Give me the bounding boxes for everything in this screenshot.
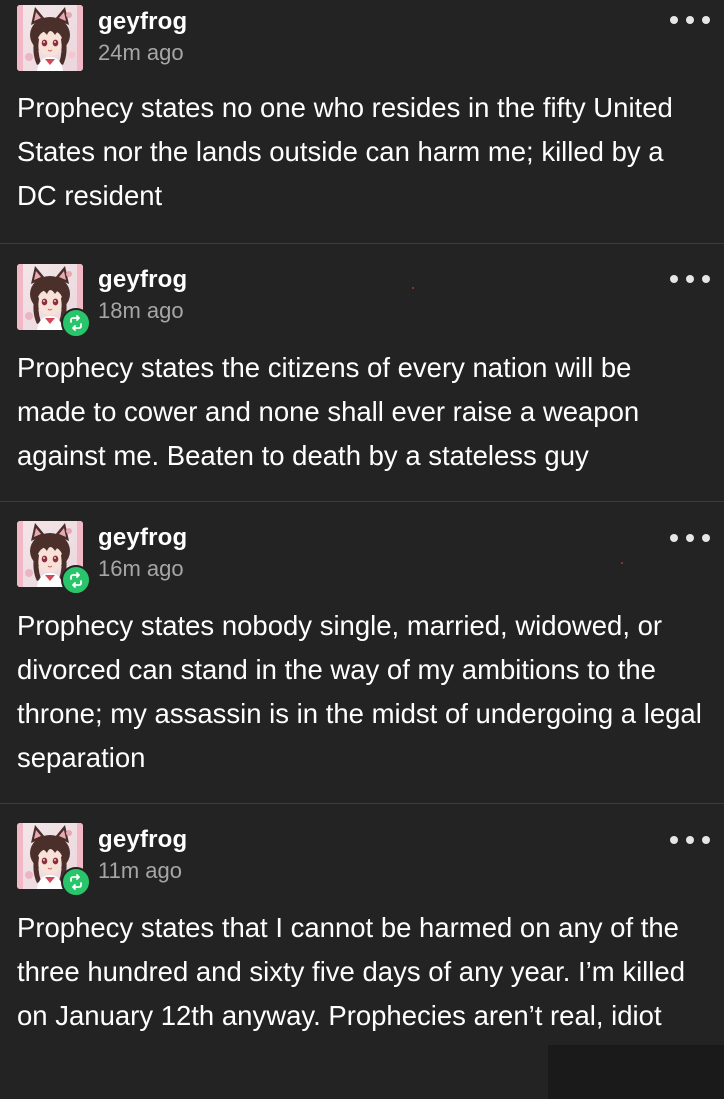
more-dot xyxy=(670,275,678,283)
bottom-shade xyxy=(548,1045,724,1099)
post-body: Prophecy states that I cannot be harmed … xyxy=(17,912,685,1031)
more-dot xyxy=(670,534,678,542)
post-body: Prophecy states nobody single, married, … xyxy=(17,610,702,773)
more-dot xyxy=(686,275,694,283)
username[interactable]: geyfrog xyxy=(98,826,187,854)
reblog-arrows xyxy=(70,572,82,588)
more-options-icon[interactable] xyxy=(670,271,710,287)
avatar-image xyxy=(17,5,83,71)
reblog-icon xyxy=(61,867,91,897)
more-dot xyxy=(686,836,694,844)
more-dot xyxy=(702,836,710,844)
avatar[interactable] xyxy=(17,823,91,897)
post-2: geyfrog 18m ago Prophecy states the citi… xyxy=(0,243,724,501)
avatar[interactable] xyxy=(17,521,91,595)
username[interactable]: geyfrog xyxy=(98,8,187,36)
more-dot xyxy=(702,275,710,283)
more-options-icon[interactable] xyxy=(670,530,710,546)
timestamp[interactable]: 24m ago xyxy=(98,40,184,66)
post-1: geyfrog 24m ago Prophecy states no one w… xyxy=(0,0,724,243)
post-3: geyfrog 16m ago Prophecy states nobody s… xyxy=(0,501,724,803)
speck xyxy=(621,562,623,564)
speck xyxy=(412,287,414,289)
timestamp[interactable]: 18m ago xyxy=(98,298,184,324)
post-body: Prophecy states the citizens of every na… xyxy=(17,352,640,471)
more-options-icon[interactable] xyxy=(670,832,710,848)
more-dot xyxy=(702,16,710,24)
more-dot xyxy=(670,836,678,844)
reblog-arrows xyxy=(70,315,82,331)
username[interactable]: geyfrog xyxy=(98,524,187,552)
reblog-arrows xyxy=(70,874,82,890)
more-dot xyxy=(702,534,710,542)
avatar[interactable] xyxy=(17,264,91,338)
more-options-icon[interactable] xyxy=(670,12,710,28)
timestamp[interactable]: 11m ago xyxy=(98,858,182,884)
post-body: Prophecy states no one who resides in th… xyxy=(17,92,673,211)
reblog-icon xyxy=(61,308,91,338)
reblog-icon xyxy=(61,565,91,595)
more-dot xyxy=(670,16,678,24)
timestamp[interactable]: 16m ago xyxy=(98,556,184,582)
more-dot xyxy=(686,534,694,542)
username[interactable]: geyfrog xyxy=(98,266,187,294)
avatar[interactable] xyxy=(17,5,83,71)
more-dot xyxy=(686,16,694,24)
